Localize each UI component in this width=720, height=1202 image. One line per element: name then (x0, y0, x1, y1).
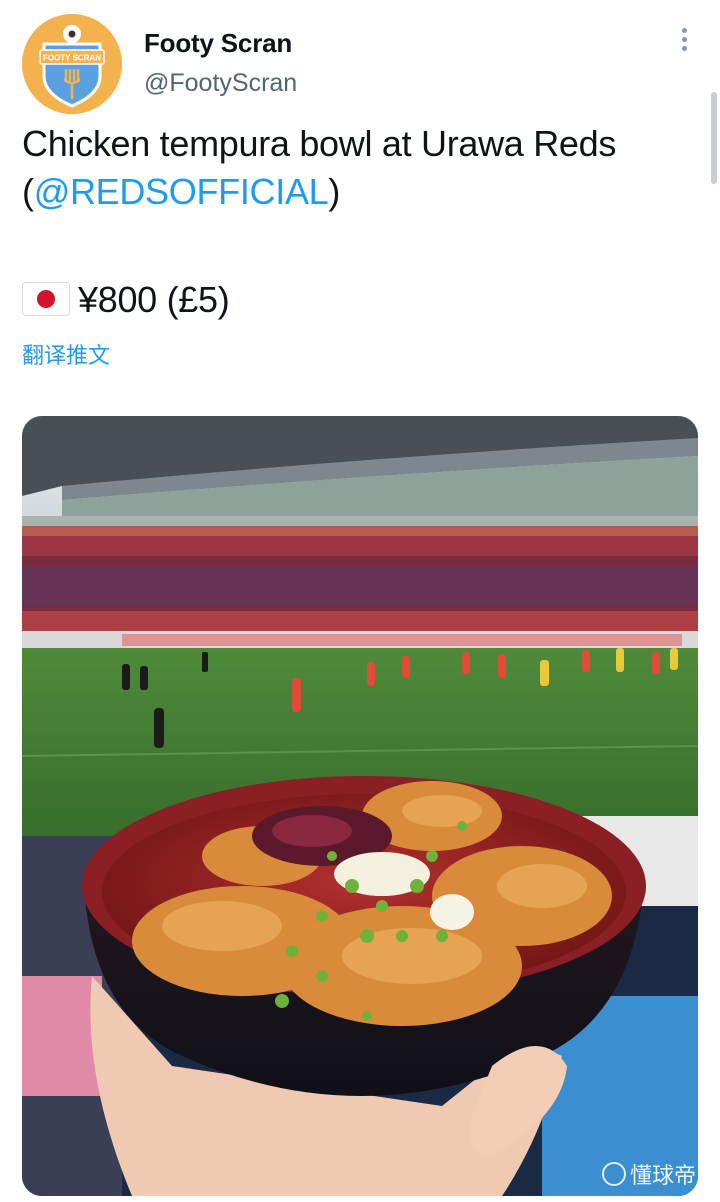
mention-link[interactable]: @REDSOFFICIAL (34, 171, 329, 212)
paren-close: ) (328, 171, 341, 212)
japan-flag-icon (22, 282, 70, 316)
tweet-text-line-2: (@REDSOFFICIAL) (22, 168, 702, 216)
price-text: ¥800 (£5) (78, 279, 230, 320)
profile-avatar[interactable]: FOOTY SCRAN (22, 14, 122, 114)
watermark-text: 懂球帝 (630, 1164, 696, 1189)
tweet-header: FOOTY SCRAN Footy Scran @FootyScran (0, 0, 720, 120)
tweet-text: Chicken tempura bowl at Urawa Reds (@RED… (22, 120, 702, 216)
paren-open: ( (22, 171, 34, 212)
display-name[interactable]: Footy Scran (144, 28, 292, 59)
user-handle[interactable]: @FootyScran (144, 69, 297, 98)
footy-scran-logo-icon: FOOTY SCRAN (22, 14, 122, 114)
translate-tweet-link[interactable]: 翻译推文 (22, 338, 110, 370)
tweet-photo[interactable]: 懂球帝 (22, 416, 698, 1196)
logo-badge-text: FOOTY SCRAN (43, 54, 101, 63)
tweet-text-line-1: Chicken tempura bowl at Urawa Reds (22, 123, 617, 164)
scrollbar[interactable] (711, 92, 717, 184)
stadium-food-photo: 懂球帝 (22, 416, 698, 1196)
more-options-icon[interactable] (672, 28, 696, 56)
price-line: ¥800 (£5) (22, 276, 230, 324)
